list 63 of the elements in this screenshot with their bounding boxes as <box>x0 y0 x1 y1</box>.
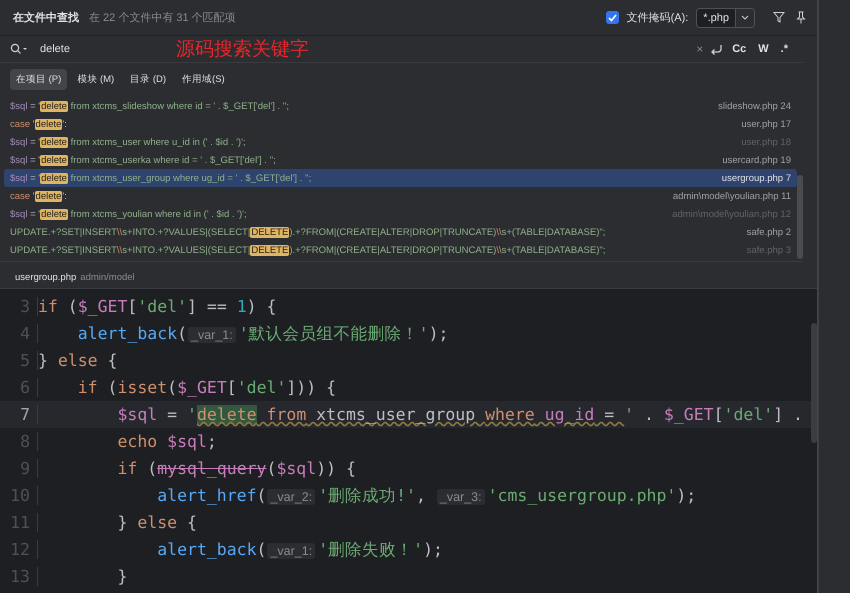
code-text: alert_href( _var_2: '删除成功!', _var_3: 'cms_usergroup.php'); <box>156 484 696 506</box>
scope-tab[interactable]: 在项目 (P) <box>10 68 68 90</box>
code-text: alert_back( _var_1: '删除失败！'); <box>156 538 443 560</box>
code-text: if (isset($_GET['del'])) { <box>76 378 336 397</box>
clear-button[interactable]: × <box>696 42 704 56</box>
code-text: if (mysql_query($sql)) { <box>116 459 356 478</box>
search-option-toggle[interactable]: W <box>755 41 772 57</box>
result-code: $sql = 'delete from xtcms_user_group where ug_id = ' . $_GET['del'] . ''; <box>10 172 312 184</box>
scope-tab[interactable]: 目录 (D) <box>124 68 172 90</box>
search-icon[interactable] <box>10 43 28 55</box>
dialog-title: 在文件中查找 <box>13 10 79 25</box>
result-code: $sql = 'delete from xtcms_user where u_id in (' . $id . ')'; <box>10 136 247 148</box>
search-option-toggle[interactable]: Cc <box>729 41 750 57</box>
preview-file-path: admin/model <box>80 272 135 282</box>
result-file: user.php 18 <box>741 136 791 148</box>
result-file: admin\model\youlian.php 11 <box>672 190 791 202</box>
pin-icon[interactable] <box>795 11 807 24</box>
search-result-row[interactable]: $sql = 'delete from xtcms_userka where id = ' . $_GET['del'] . ''; usercard.php 19 <box>4 151 797 169</box>
annotation-text: 源码搜索关键字 <box>176 38 309 62</box>
newline-icon[interactable] <box>709 43 724 55</box>
search-field[interactable]: delete <box>40 43 150 55</box>
code-text: if ($_GET['del'] == 1) { <box>38 297 276 316</box>
result-file: usergroup.php 7 <box>722 172 791 184</box>
search-result-row[interactable]: $sql = 'delete from xtcms_user_group where ug_id = ' . $_GET['del'] . ''; usergroup.php 7 <box>4 169 797 187</box>
code-text: $sql = 'delete from xtcms_user_group where ug_id = ' . $_GET['del'] . <box>116 405 803 424</box>
chevron-down-icon <box>741 15 749 20</box>
file-mask-checkbox[interactable] <box>606 11 619 24</box>
search-result-row[interactable]: $sql = 'delete from xtcms_slideshow where id = ' . $_GET['del'] . ''; slideshow.php 24 <box>4 97 797 115</box>
filter-icon[interactable] <box>773 11 785 23</box>
code-text: } else { <box>38 351 118 370</box>
file-mask-field[interactable]: *.php <box>697 8 736 26</box>
code-text: echo $sql; <box>116 432 217 451</box>
result-file: admin\model\youlian.php 12 <box>672 208 791 220</box>
result-code: $sql = 'delete from xtcms_youlian where id in (' . $id . ')'; <box>10 208 248 220</box>
result-file: usercard.php 19 <box>722 154 791 166</box>
scrollbar-thumb[interactable] <box>797 175 803 259</box>
preview-file-name: usergroup.php <box>15 272 76 282</box>
search-result-row[interactable]: $sql = 'delete from xtcms_user where u_id in (' . $id . ')'; user.php 18 <box>4 133 797 151</box>
result-file: user.php 17 <box>741 118 791 130</box>
search-result-row[interactable]: UPDATE.+?SET|INSERT\\s+INTO.+?VALUES|(SELECT|DELETE).+?FROM|(CREATE|ALTER|DROP|TRUNCATE)\\s+(TABLE|DATABASE)"; safe.php 2 <box>4 223 797 241</box>
search-result-row[interactable]: UPDATE.+?SET|INSERT\\s+INTO.+?VALUES|(SELECT|DELETE).+?FROM|(CREATE|ALTER|DROP|TRUNCATE)\\s+(TABLE|DATABASE)"; safe.php 3 <box>4 241 797 259</box>
search-result-row[interactable]: $sql = 'delete from xtcms_youlian where id in (' . $id . ')'; admin\model\youlian.php 12 <box>4 205 797 223</box>
result-code: UPDATE.+?SET|INSERT\\s+INTO.+?VALUES|(SELECT|DELETE).+?FROM|(CREATE|ALTER|DROP|TRUNCATE)\\s+(TABLE|DATABASE)"; <box>10 226 606 238</box>
search-result-row[interactable]: case 'delete': user.php 17 <box>4 115 797 133</box>
scope-tab[interactable]: 模块 (M) <box>71 68 120 90</box>
code-text: } else { <box>116 513 197 532</box>
search-option-toggle[interactable]: .* <box>778 41 791 57</box>
result-code: case 'delete': <box>10 190 68 202</box>
result-code: $sql = 'delete from xtcms_userka where id = ' . $_GET['del'] . ''; <box>10 154 277 166</box>
line-number: 7 <box>0 405 38 424</box>
result-file: safe.php 2 <box>746 226 791 238</box>
scrollbar-thumb[interactable] <box>811 323 817 443</box>
result-code: $sql = 'delete from xtcms_slideshow where id = ' . $_GET['del'] . ''; <box>10 100 290 112</box>
result-code: case 'delete': <box>10 118 68 130</box>
code-text: alert_back( _var_1: '默认会员组不能删除！'); <box>76 322 448 344</box>
search-result-row[interactable]: case 'delete': admin\model\youlian.php 11 <box>4 187 797 205</box>
scope-tab[interactable]: 作用域(S) <box>176 68 231 90</box>
file-mask-label: 文件掩码(A): <box>626 10 688 25</box>
code-text: } <box>116 567 128 586</box>
result-file: slideshow.php 24 <box>718 100 791 112</box>
result-code: UPDATE.+?SET|INSERT\\s+INTO.+?VALUES|(SELECT|DELETE).+?FROM|(CREATE|ALTER|DROP|TRUNCATE)\\s+(TABLE|DATABASE)"; <box>10 244 606 256</box>
result-file: safe.php 3 <box>746 244 791 256</box>
match-summary: 在 22 个文件中有 31 个匹配项 <box>89 10 236 25</box>
